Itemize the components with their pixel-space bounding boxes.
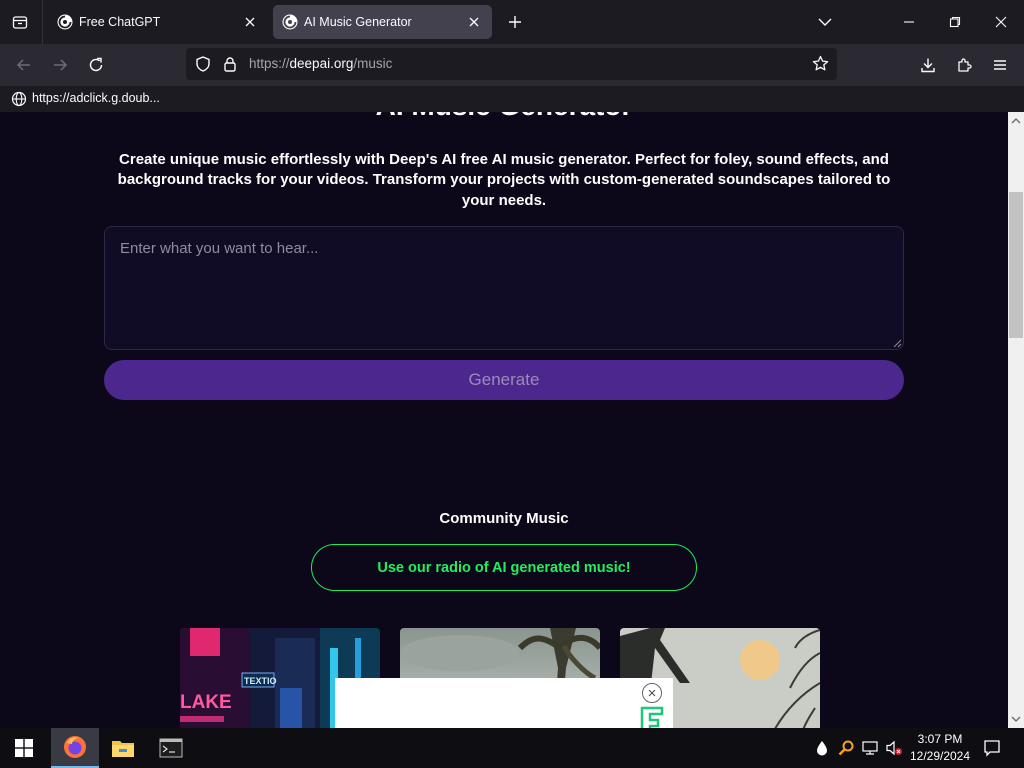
shield-icon[interactable] [195, 56, 211, 77]
tab-bar: Free ChatGPT AI Music Generator [0, 0, 1024, 44]
resize-grip-icon[interactable] [890, 336, 902, 348]
taskbar-file-explorer[interactable] [99, 728, 147, 768]
community-music-title: Community Music [439, 510, 569, 527]
neon-sign-small: TEXTIO [244, 676, 277, 686]
clock-date: 12/29/2024 [909, 749, 971, 763]
extensions-button[interactable] [950, 51, 978, 79]
start-button[interactable] [0, 728, 48, 768]
close-tab-icon[interactable] [463, 11, 485, 33]
taskbar-clock[interactable]: 3:07 PM 12/29/2024 [904, 731, 976, 765]
close-window-button[interactable] [986, 6, 1016, 38]
link-status-text: https://adclick.g.doub... [32, 91, 160, 105]
downloads-button[interactable] [914, 51, 942, 79]
scrollbar-thumb[interactable] [1009, 192, 1023, 338]
url-text[interactable]: https://deepai.org/music [249, 56, 392, 71]
star-icon[interactable] [812, 55, 829, 77]
notification-icon [984, 740, 1000, 757]
water-drop-icon[interactable] [813, 739, 831, 757]
back-button[interactable] [10, 51, 38, 79]
close-icon [995, 16, 1007, 28]
url-path: /music [353, 56, 393, 71]
tab-free-chatgpt[interactable]: Free ChatGPT [48, 5, 268, 39]
notifications-button[interactable] [980, 736, 1004, 760]
url-host: deepai.org [289, 56, 354, 71]
forward-button[interactable] [46, 51, 74, 79]
page-content: AI Music Generator Create unique music e… [0, 112, 1008, 728]
windows-logo-icon [15, 739, 33, 757]
reload-icon [89, 57, 103, 72]
page-title: AI Music Generator [0, 112, 1008, 122]
openai-icon [57, 14, 73, 30]
neon-sign-lake: LAKE [180, 692, 232, 713]
deepai-icon [282, 14, 298, 30]
page-description: Create unique music effortlessly with De… [117, 151, 891, 209]
reload-button[interactable] [82, 51, 110, 79]
terminal-icon [159, 738, 183, 758]
chevron-down-icon [818, 18, 832, 26]
tab-list-icon[interactable] [6, 8, 34, 36]
ad-logo-icon [640, 706, 664, 728]
scroll-up-icon[interactable] [1011, 116, 1021, 126]
clock-time: 3:07 PM [917, 732, 963, 746]
lock-icon[interactable] [222, 56, 238, 77]
navigation-toolbar: https://deepai.org/music [0, 44, 1024, 86]
tab-separator [42, 0, 43, 44]
windows-taskbar: 3:07 PM 12/29/2024 [0, 728, 1024, 768]
ad-banner[interactable] [335, 678, 673, 728]
restore-button[interactable] [940, 6, 970, 38]
taskbar-terminal[interactable] [147, 728, 195, 768]
restore-icon [949, 16, 961, 28]
firefox-icon [64, 736, 86, 758]
address-bar[interactable]: https://deepai.org/music [186, 48, 837, 80]
ad-close-button[interactable] [642, 683, 662, 703]
link-status-bar: https://adclick.g.doub... [0, 86, 1024, 113]
arrow-left-icon [16, 59, 30, 71]
speaker-muted-icon[interactable] [885, 739, 903, 757]
prompt-input[interactable] [104, 226, 904, 350]
scroll-down-icon[interactable] [1011, 714, 1021, 724]
globe-icon [11, 91, 27, 112]
plus-icon [509, 16, 521, 28]
puzzle-icon [958, 58, 972, 72]
radio-button[interactable]: Use our radio of AI generated music! [311, 544, 697, 591]
close-tab-icon[interactable] [239, 11, 261, 33]
hamburger-icon [994, 60, 1006, 70]
list-all-tabs-button[interactable] [810, 6, 840, 38]
download-icon [921, 58, 935, 73]
new-tab-button[interactable] [503, 10, 527, 34]
folder-icon [112, 741, 134, 757]
url-scheme: https:// [249, 56, 290, 71]
close-icon [648, 689, 656, 697]
menu-button[interactable] [986, 51, 1014, 79]
tab-title: Free ChatGPT [79, 15, 161, 29]
minimize-icon [904, 21, 914, 23]
minimize-button[interactable] [894, 6, 924, 38]
tab-title: AI Music Generator [304, 15, 412, 29]
arrow-right-icon [54, 59, 68, 71]
generate-button[interactable]: Generate [104, 360, 904, 400]
taskbar-firefox[interactable] [51, 728, 99, 768]
page-scrollbar[interactable] [1008, 112, 1024, 728]
network-icon[interactable] [861, 739, 879, 757]
tab-ai-music-generator[interactable]: AI Music Generator [273, 5, 492, 39]
search-tray-icon[interactable] [837, 739, 855, 757]
